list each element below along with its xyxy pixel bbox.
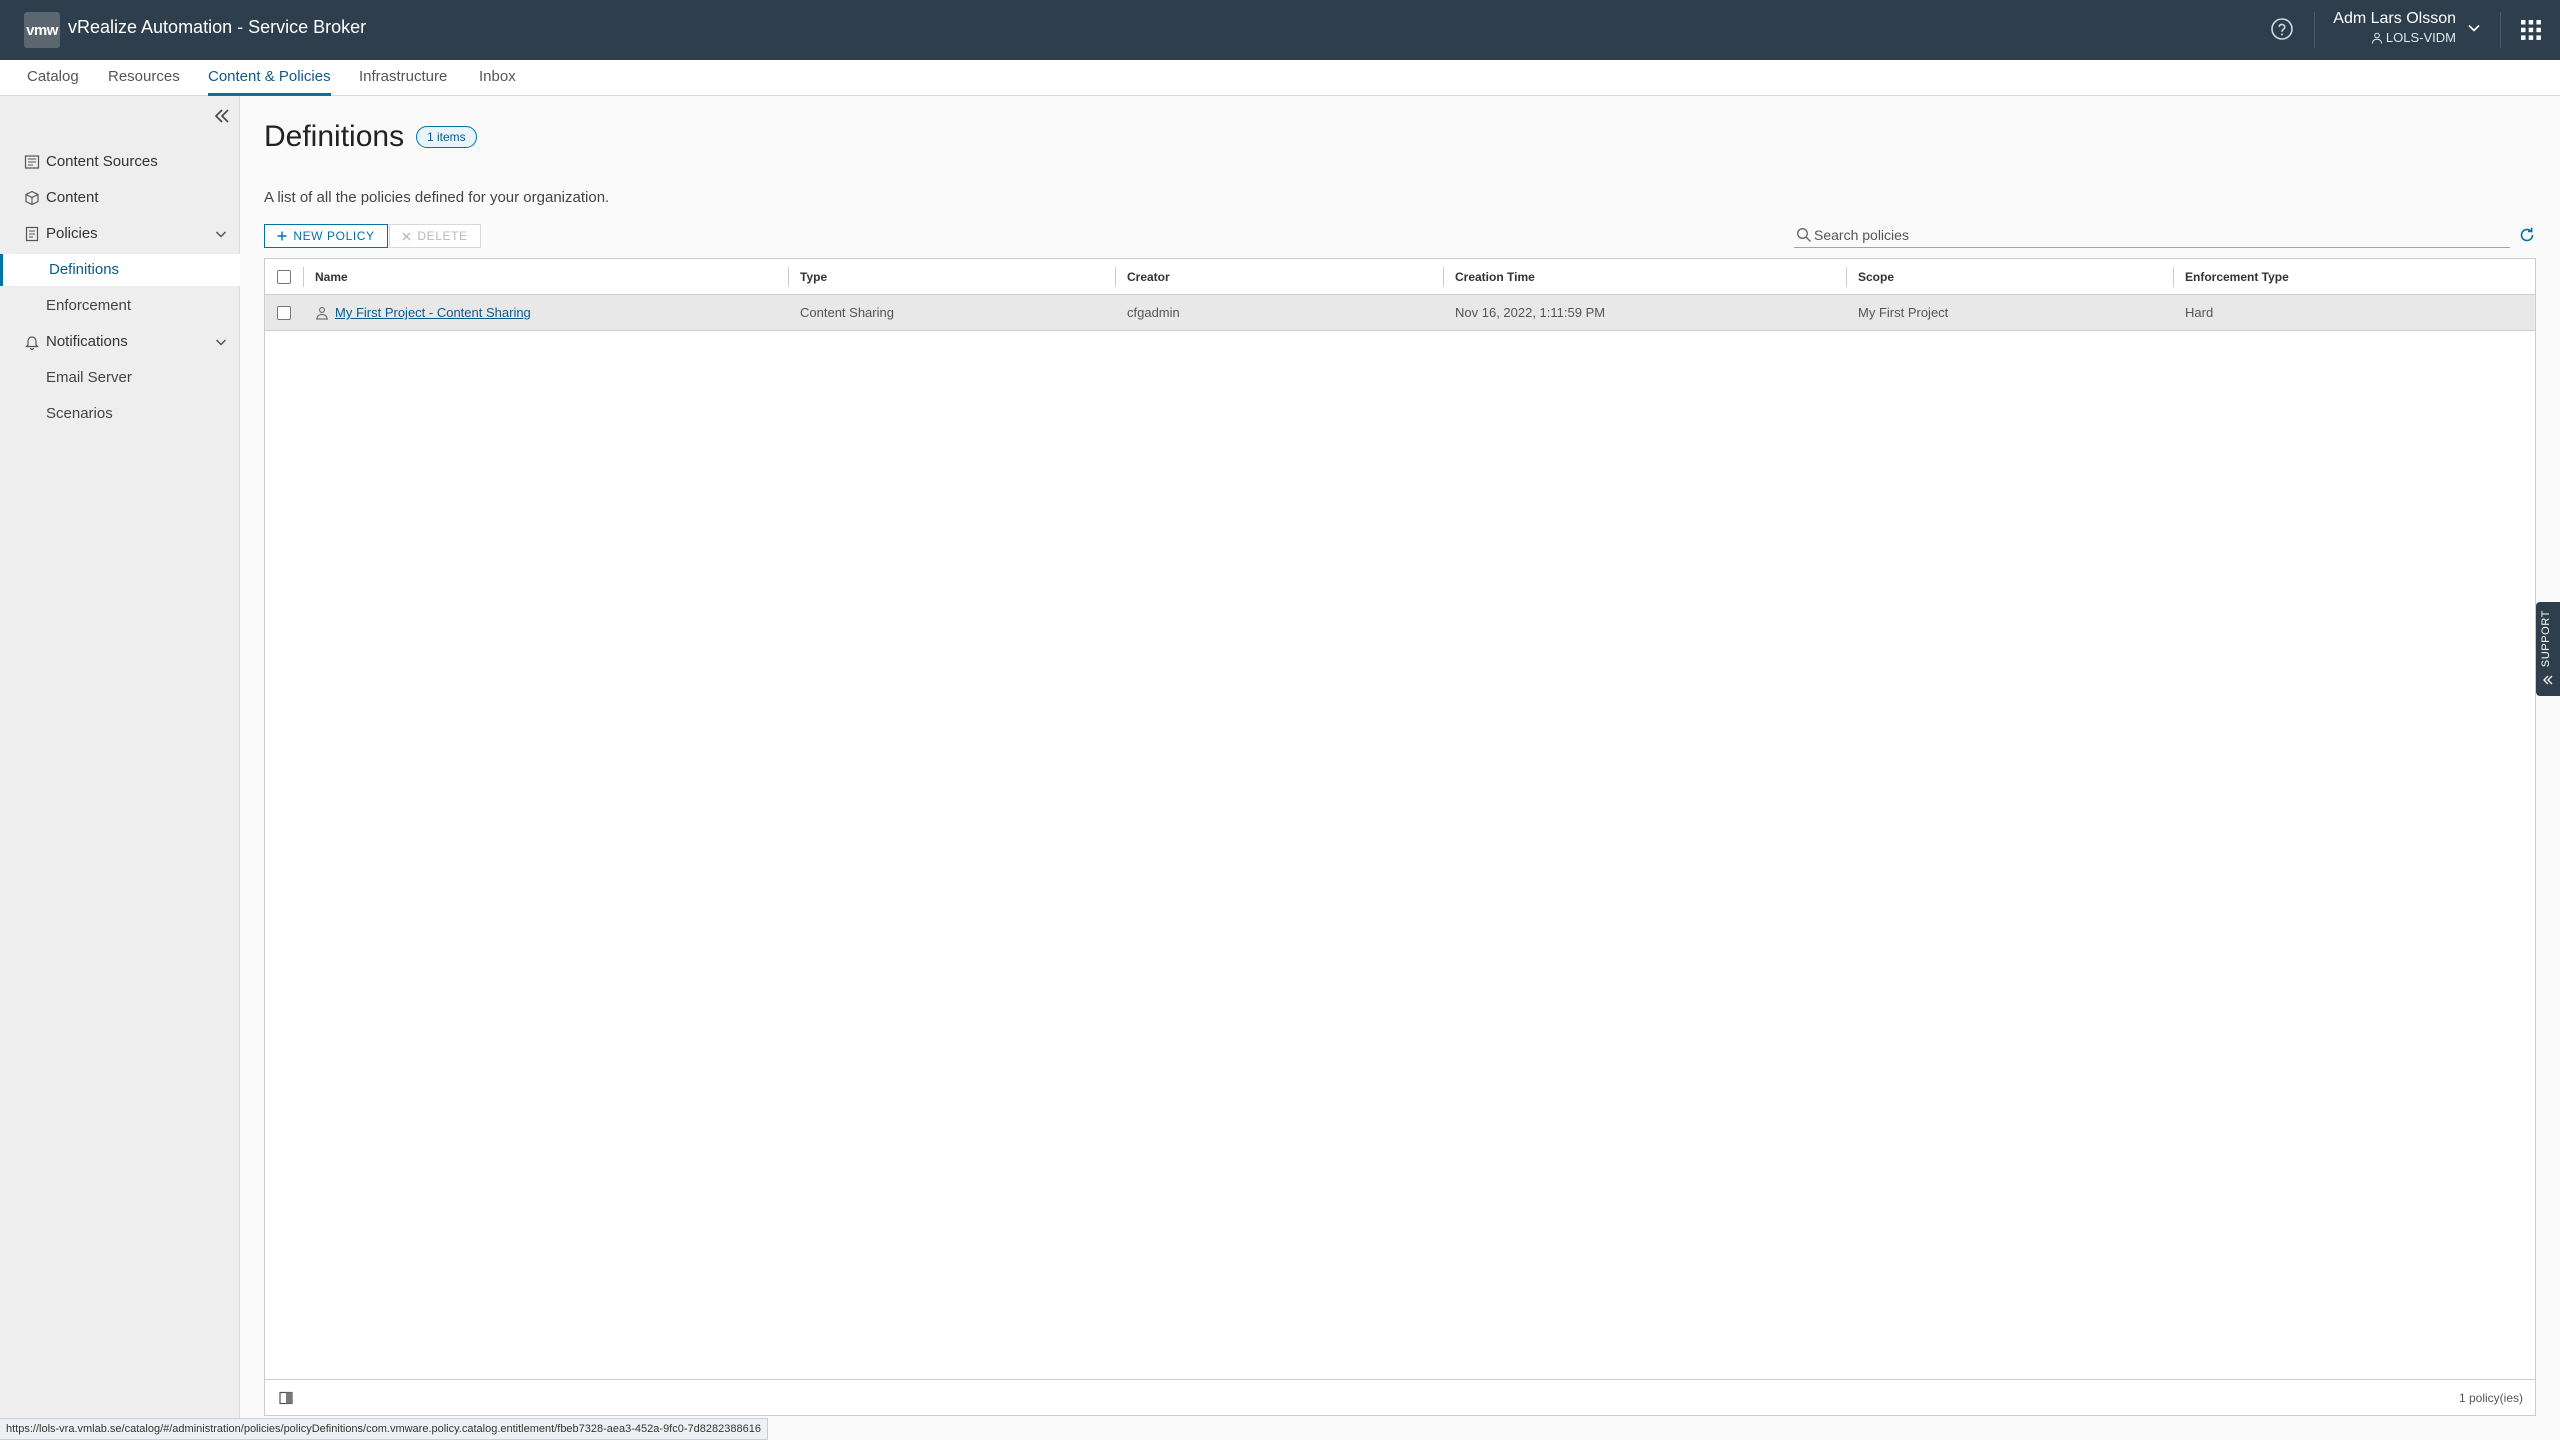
user-org-label: LOLS-VIDM <box>2385 30 2456 45</box>
tab-infrastructure[interactable]: Infrastructure <box>359 60 447 96</box>
sidebar-item-label: Scenarios <box>46 405 113 422</box>
tab-inbox[interactable]: Inbox <box>479 60 516 96</box>
enforcement-type-cell: Hard <box>2185 305 2214 320</box>
help-icon[interactable] <box>2270 17 2294 41</box>
creator-cell: cfgadmin <box>1127 305 1180 320</box>
sidebar-item-label: Content <box>46 189 99 206</box>
scope-cell: My First Project <box>1858 305 1949 320</box>
org-icon <box>2371 32 2382 44</box>
page-description: A list of all the policies defined for y… <box>264 189 610 206</box>
bell-icon <box>25 336 39 350</box>
vmw-logo[interactable]: vmw <box>24 12 60 48</box>
column-toggle-icon[interactable] <box>279 1391 293 1405</box>
column-separator[interactable] <box>1846 267 1847 287</box>
sidebar-item-policies[interactable]: Policies <box>0 218 240 250</box>
sidebar-item-content-sources[interactable]: Content Sources <box>0 146 240 178</box>
row-checkbox[interactable] <box>277 306 291 320</box>
sidebar-item-enforcement[interactable]: Enforcement <box>0 290 240 322</box>
sidebar-item-scenarios[interactable]: Scenarios <box>0 398 240 430</box>
sidebar-item-notifications[interactable]: Notifications <box>0 326 240 358</box>
sidebar-item-label: Enforcement <box>46 297 132 314</box>
sidebar-item-email-server[interactable]: Email Server <box>0 362 240 394</box>
refresh-icon[interactable] <box>2518 226 2536 244</box>
column-header-creation-time[interactable]: Creation Time <box>1455 259 1535 295</box>
column-header-name[interactable]: Name <box>315 259 348 295</box>
content-sources-icon <box>24 155 40 169</box>
sidebar: Content Sources Content Policies Definit… <box>0 96 240 1440</box>
column-separator[interactable] <box>788 267 789 287</box>
support-label: SUPPORT <box>2540 610 2552 668</box>
sidebar-item-label: Definitions <box>49 261 120 278</box>
column-separator <box>303 267 304 287</box>
content-sharing-icon <box>316 307 328 320</box>
tab-catalog[interactable]: Catalog <box>27 60 79 96</box>
table-row[interactable]: My First Project - Content Sharing Conte… <box>265 295 2535 331</box>
app-title[interactable]: vRealize Automation - Service Broker <box>68 17 366 38</box>
select-all-checkbox[interactable] <box>277 270 291 284</box>
policies-icon <box>25 226 39 242</box>
column-separator[interactable] <box>1115 267 1116 287</box>
user-name: Adm Lars Olsson <box>2333 10 2456 27</box>
column-header-type[interactable]: Type <box>800 259 827 295</box>
status-url-bar: https://lols-vra.vmlab.se/catalog/#/admi… <box>0 1418 768 1440</box>
sidebar-item-label: Content Sources <box>46 153 158 170</box>
header-divider <box>2500 12 2501 48</box>
new-policy-label: NEW POLICY <box>293 229 375 243</box>
column-separator[interactable] <box>1443 267 1444 287</box>
plus-icon <box>277 231 287 241</box>
user-org: LOLS-VIDM <box>2332 29 2456 47</box>
chevron-down-icon[interactable] <box>214 227 228 241</box>
page-title: Definitions <box>264 120 405 153</box>
count-badge: 1 items <box>416 126 477 148</box>
content-icon <box>25 190 39 206</box>
main-nav: Catalog Resources Content & Policies Inf… <box>0 60 2560 96</box>
user-menu[interactable]: Adm Lars Olsson LOLS-VIDM <box>2332 9 2456 47</box>
creation-time-cell: Nov 16, 2022, 1:11:59 PM <box>1455 305 1606 320</box>
table-footer: 1 policy(ies) <box>265 1379 2535 1415</box>
chevron-down-icon[interactable] <box>2466 20 2482 36</box>
close-icon <box>402 232 411 240</box>
column-header-enforcement-type[interactable]: Enforcement Type <box>2185 259 2289 295</box>
search-icon <box>1797 228 1811 242</box>
delete-button[interactable]: DELETE <box>389 224 481 248</box>
policies-table: Name Type Creator Creation Time Scope En… <box>264 258 2536 1416</box>
app-header: vmw vRealize Automation - Service Broker… <box>0 0 2560 60</box>
tab-resources[interactable]: Resources <box>108 60 180 96</box>
collapse-sidebar-icon[interactable] <box>212 106 232 126</box>
support-tab[interactable]: SUPPORT <box>2536 602 2560 696</box>
header-divider <box>2314 12 2315 48</box>
sidebar-item-label: Email Server <box>46 369 132 386</box>
name-cell: My First Project - Content Sharing <box>335 295 531 331</box>
sidebar-item-label: Policies <box>46 225 98 242</box>
search-input[interactable] <box>1814 224 2504 246</box>
tab-content-policies[interactable]: Content & Policies <box>208 60 331 96</box>
new-policy-button[interactable]: NEW POLICY <box>264 224 388 248</box>
type-cell: Content Sharing <box>800 305 894 320</box>
search-box <box>1794 222 2510 248</box>
column-header-scope[interactable]: Scope <box>1858 259 1894 295</box>
sidebar-item-label: Notifications <box>46 333 128 350</box>
table-header: Name Type Creator Creation Time Scope En… <box>265 259 2535 295</box>
column-separator[interactable] <box>2173 267 2174 287</box>
column-header-creator[interactable]: Creator <box>1127 259 1170 295</box>
footer-count: 1 policy(ies) <box>2458 1391 2523 1405</box>
chevron-down-icon[interactable] <box>214 335 228 349</box>
double-chevron-left-icon <box>2543 675 2553 685</box>
sidebar-item-content[interactable]: Content <box>0 182 240 214</box>
policy-name-link[interactable]: My First Project - Content Sharing <box>335 305 531 320</box>
sidebar-item-definitions[interactable]: Definitions <box>0 254 240 286</box>
app-switcher-icon[interactable] <box>2520 19 2542 41</box>
delete-label: DELETE <box>417 229 468 243</box>
